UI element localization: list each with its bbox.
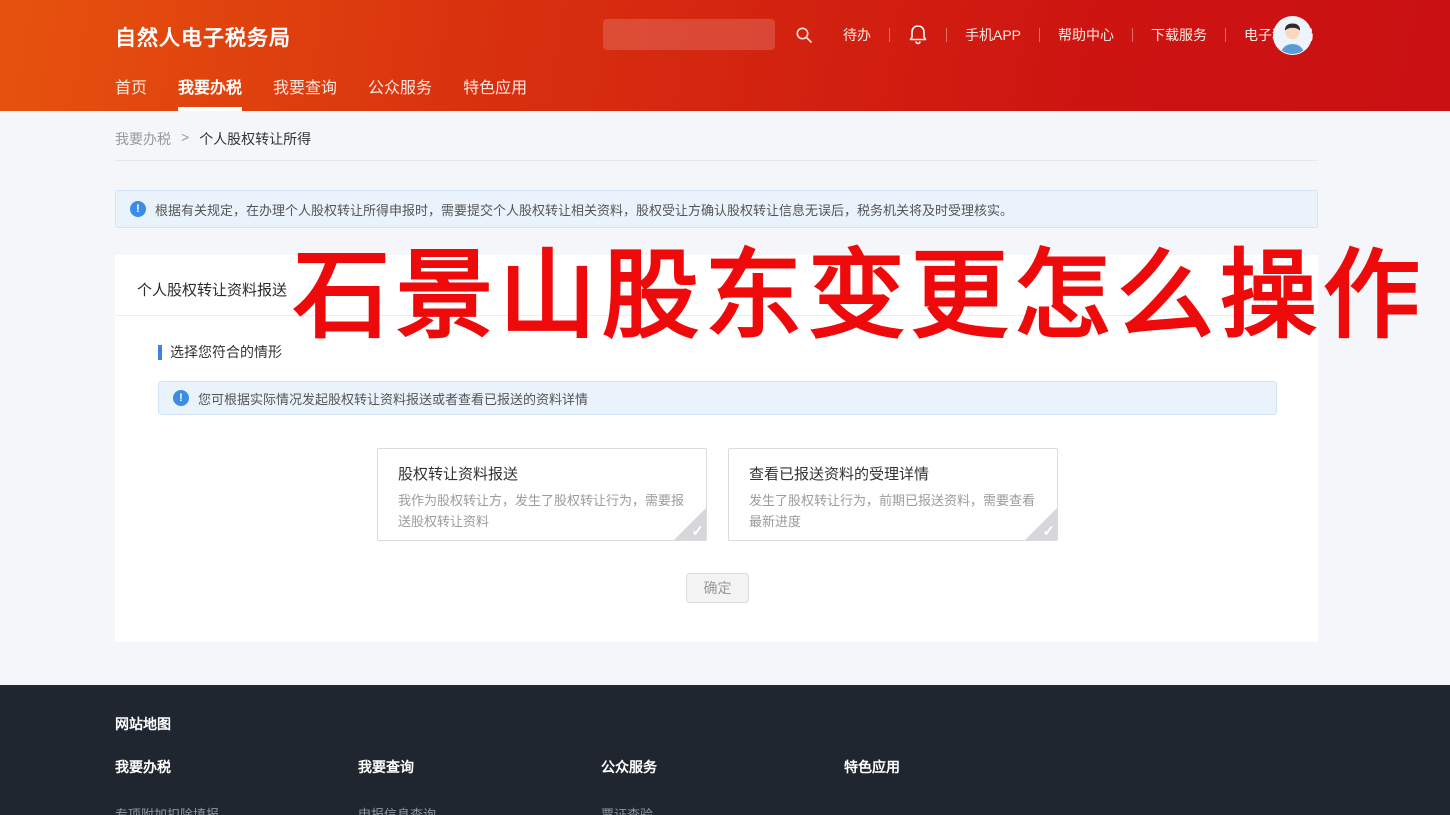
breadcrumb-parent[interactable]: 我要办税: [115, 129, 171, 149]
search-box[interactable]: [603, 19, 812, 50]
breadcrumb-current: 个人股权转让所得: [199, 131, 312, 147]
breadcrumb: 我要办税 > 个人股权转让所得: [115, 129, 311, 149]
nav-featured-apps[interactable]: 特色应用: [463, 71, 527, 111]
option-desc: 发生了股权转让行为，前期已报送资料，需要查看最新进度: [749, 493, 1036, 529]
section-label: 选择您符合的情形: [158, 342, 282, 362]
footer-col-title: 特色应用: [844, 759, 900, 775]
main-panel: 个人股权转让资料报送 选择您符合的情形 ! 您可根据实际情况发起股权转让资料报送…: [115, 255, 1318, 642]
user-avatar[interactable]: [1273, 16, 1312, 55]
confirm-button[interactable]: 确定: [686, 573, 749, 603]
option-card-view-status[interactable]: 查看已报送资料的受理详情 发生了股权转让行为，前期已报送资料，需要查看最新进度 …: [728, 448, 1058, 541]
accent-bar: [158, 344, 162, 360]
section-label-text: 选择您符合的情形: [170, 344, 282, 360]
breadcrumb-divider: [115, 160, 1318, 161]
footer-link[interactable]: 专项附加扣除填报: [115, 804, 358, 815]
footer-col-query: 我要查询 申报信息查询: [358, 757, 601, 815]
bell-icon[interactable]: [890, 24, 946, 46]
header: 自然人电子税务局 待办 手机APP 帮助中心 下载服务 电子税务局: [0, 0, 1450, 111]
todo-link[interactable]: 待办: [825, 25, 889, 45]
info-icon: !: [130, 201, 146, 217]
nav-query[interactable]: 我要查询: [273, 71, 337, 111]
main-nav: 首页 我要办税 我要查询 公众服务 特色应用: [115, 71, 558, 111]
nav-tax-handling[interactable]: 我要办税: [178, 71, 243, 111]
footer-col-tax-handling: 我要办税 专项附加扣除填报: [115, 757, 358, 815]
footer-link[interactable]: 申报信息查询: [358, 804, 601, 815]
footer: 网站地图 我要办税 专项附加扣除填报 我要查询 申报信息查询 公众服务 票证查验…: [0, 685, 1450, 815]
footer-col-title: 我要查询: [358, 759, 414, 775]
footer-col-public-service: 公众服务 票证查验: [601, 757, 844, 815]
option-desc: 我作为股权转让方，发生了股权转让行为，需要报送股权转让资料: [398, 493, 685, 529]
footer-columns: 我要办税 专项附加扣除填报 我要查询 申报信息查询 公众服务 票证查验 特色应用: [115, 757, 1087, 815]
nav-public-service[interactable]: 公众服务: [368, 71, 432, 111]
header-links: 待办 手机APP 帮助中心 下载服务 电子税务局: [825, 21, 1332, 49]
hint-text: 您可根据实际情况发起股权转让资料报送或者查看已报送的资料详情: [198, 391, 589, 407]
option-card-submit[interactable]: 股权转让资料报送 我作为股权转让方，发生了股权转让行为，需要报送股权转让资料 ✓: [377, 448, 707, 541]
panel-divider: [115, 315, 1318, 316]
footer-link[interactable]: 票证查验: [601, 804, 844, 815]
info-icon: !: [173, 390, 189, 406]
notice-text: 根据有关规定，在办理个人股权转让所得申报时，需要提交个人股权转让相关资料，股权受…: [155, 202, 1014, 218]
breadcrumb-separator: >: [181, 129, 190, 145]
panel-title: 个人股权转让资料报送: [137, 282, 288, 299]
footer-col-featured-apps: 特色应用: [844, 757, 1087, 815]
site-title: 自然人电子税务局: [115, 27, 291, 50]
search-icon[interactable]: [795, 22, 813, 48]
footer-col-title: 公众服务: [601, 759, 657, 775]
option-title: 股权转让资料报送: [398, 466, 519, 483]
download-service-link[interactable]: 下载服务: [1133, 25, 1225, 45]
check-icon: ✓: [691, 523, 704, 540]
notice-banner: ! 根据有关规定，在办理个人股权转让所得申报时，需要提交个人股权转让相关资料，股…: [115, 190, 1318, 228]
check-icon: ✓: [1042, 523, 1055, 540]
page: 自然人电子税务局 待办 手机APP 帮助中心 下载服务 电子税务局: [0, 0, 1450, 815]
hint-banner: ! 您可根据实际情况发起股权转让资料报送或者查看已报送的资料详情: [158, 381, 1277, 415]
nav-home[interactable]: 首页: [115, 71, 147, 111]
option-title: 查看已报送资料的受理详情: [749, 466, 930, 483]
mobile-app-link[interactable]: 手机APP: [947, 25, 1039, 45]
help-center-link[interactable]: 帮助中心: [1040, 25, 1132, 45]
footer-col-title: 我要办税: [115, 759, 171, 775]
sitemap-heading: 网站地图: [115, 716, 171, 732]
search-input[interactable]: [603, 19, 795, 50]
